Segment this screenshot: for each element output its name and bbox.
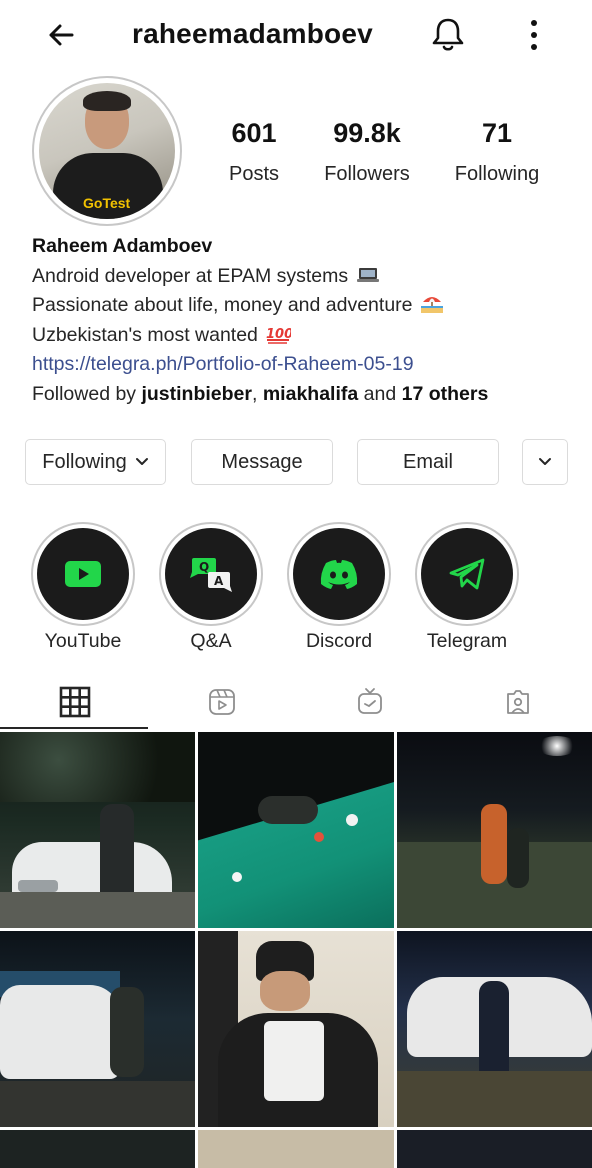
- post-thumbnail[interactable]: [397, 732, 592, 928]
- following-button-label: Following: [42, 450, 127, 473]
- highlight-label: Q&A: [190, 630, 232, 652]
- qa-a-glyph: A: [214, 574, 224, 588]
- beach-icon: [420, 297, 443, 313]
- profile-avatar-ring[interactable]: GoTest: [32, 76, 182, 226]
- active-tab-indicator: [0, 727, 148, 729]
- post-thumbnail[interactable]: [198, 1130, 394, 1168]
- profile-tabs: [0, 674, 592, 730]
- followed-others[interactable]: 17 others: [402, 383, 489, 405]
- avatar-shirt-logo: GoTest: [83, 195, 131, 211]
- profile-link[interactable]: https://telegra.ph/Portfolio-of-Raheem-0…: [32, 350, 572, 380]
- highlight-ring: [31, 522, 135, 626]
- avatar-hair: [83, 91, 131, 111]
- email-button[interactable]: Email: [357, 439, 499, 485]
- suggested-accounts-button[interactable]: [522, 439, 568, 485]
- highlight-ring: [415, 522, 519, 626]
- stat-following-label: Following: [454, 163, 540, 185]
- chevron-down-icon: [539, 458, 551, 465]
- following-button[interactable]: Following: [25, 439, 166, 485]
- qa-icon: Q A: [190, 558, 232, 592]
- followed-sep: ,: [252, 382, 263, 405]
- stat-following-value: 71: [481, 118, 513, 148]
- post-thumbnail[interactable]: [198, 931, 394, 1127]
- post-thumbnail[interactable]: [397, 931, 592, 1127]
- highlight-disc: [37, 528, 129, 620]
- tagged-icon[interactable]: [502, 686, 534, 718]
- post-thumbnail[interactable]: [0, 931, 195, 1127]
- bell-icon[interactable]: [428, 14, 468, 54]
- stat-followers-label: Followers: [324, 163, 410, 185]
- post-thumbnail[interactable]: [0, 732, 195, 928]
- youtube-icon: [65, 561, 101, 587]
- message-button-label: Message: [221, 450, 303, 473]
- stat-followers[interactable]: 99.8k Followers: [316, 118, 418, 186]
- highlight-label: YouTube: [44, 630, 122, 652]
- discord-icon: [320, 560, 358, 589]
- chevron-down-icon: [135, 458, 148, 465]
- post-thumbnail[interactable]: [397, 1130, 592, 1168]
- bio-line-3: Uzbekistan's most wanted 100: [32, 321, 572, 351]
- profile-bio: Raheem Adamboev Android developer at EPA…: [32, 232, 572, 409]
- post-thumbnail[interactable]: [0, 1130, 195, 1168]
- followed-by-prefix: Followed by: [32, 382, 142, 405]
- highlight-ring: Q A: [159, 522, 263, 626]
- telegram-icon: [449, 558, 485, 590]
- qa-q-glyph: Q: [199, 560, 209, 574]
- top-bar: raheemadamboev: [0, 0, 592, 72]
- hundred-points-icon: 100: [266, 327, 291, 344]
- stat-posts[interactable]: 601 Posts: [222, 118, 286, 186]
- more-options-icon[interactable]: [522, 16, 546, 54]
- highlight-disc: Q A: [165, 528, 257, 620]
- highlight-telegram[interactable]: Telegram: [414, 522, 520, 653]
- stat-followers-value: 99.8k: [333, 118, 401, 148]
- bio-line-2: Passionate about life, money and adventu…: [32, 291, 572, 321]
- highlight-disc: [421, 528, 513, 620]
- highlight-label: Discord: [305, 630, 373, 652]
- igtv-icon[interactable]: [354, 686, 386, 718]
- stat-posts-label: Posts: [228, 163, 280, 185]
- highlight-disc: [293, 528, 385, 620]
- highlight-youtube[interactable]: YouTube: [30, 522, 136, 653]
- profile-name: Raheem Adamboev: [32, 235, 213, 257]
- highlight-discord[interactable]: Discord: [286, 522, 392, 653]
- bio-line-2-text: Passionate about life, money and adventu…: [32, 294, 413, 316]
- avatar: GoTest: [39, 83, 175, 219]
- followed-by[interactable]: Followed by justinbieber, miakhalifa and…: [32, 380, 572, 410]
- highlight-qa[interactable]: Q A Q&A: [158, 522, 264, 653]
- bio-line-1-text: Android developer at EPAM systems: [32, 264, 349, 287]
- highlight-label: Telegram: [426, 630, 508, 652]
- message-button[interactable]: Message: [191, 439, 333, 485]
- back-arrow-icon[interactable]: [44, 18, 78, 52]
- highlight-ring: [287, 522, 391, 626]
- bio-line-1: Android developer at EPAM systems: [32, 262, 572, 292]
- stat-following[interactable]: 71 Following: [448, 118, 546, 186]
- stat-posts-value: 601: [231, 118, 277, 148]
- followed-user-2[interactable]: miakhalifa: [263, 383, 358, 405]
- profile-username: raheemadamboev: [132, 18, 373, 49]
- grid-icon[interactable]: [59, 686, 91, 718]
- laptop-icon: [356, 267, 379, 282]
- followed-user-1[interactable]: justinbieber: [141, 383, 252, 405]
- bio-line-3-text: Uzbekistan's most wanted: [32, 323, 258, 346]
- followed-and: and: [358, 382, 402, 405]
- email-button-label: Email: [402, 450, 453, 473]
- reels-icon[interactable]: [206, 686, 238, 718]
- post-thumbnail[interactable]: [198, 732, 394, 928]
